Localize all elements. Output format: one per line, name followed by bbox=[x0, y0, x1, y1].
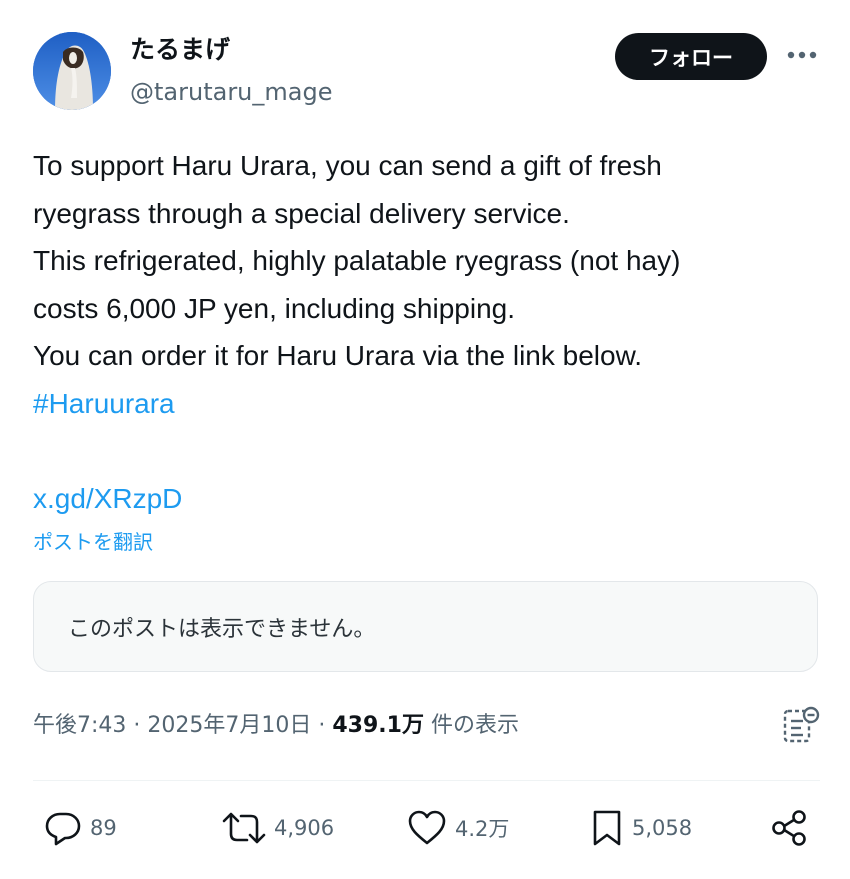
post-text-line: This refrigerated, highly palatable ryeg… bbox=[33, 245, 681, 277]
display-name[interactable]: たるまげ bbox=[130, 34, 230, 66]
post-meta: 午後7:43 · 2025年7月10日 · 439.1万 件の表示 bbox=[33, 706, 519, 746]
repost-count: 4,906 bbox=[274, 816, 335, 840]
meta-separator: · bbox=[311, 713, 333, 738]
heart-icon bbox=[408, 810, 446, 845]
avatar-photo bbox=[33, 32, 111, 110]
post-text-line: To support Haru Urara, you can send a gi… bbox=[33, 150, 662, 181]
divider bbox=[33, 780, 820, 781]
share-icon bbox=[772, 810, 806, 846]
post-card: たるまげ @tarutaru_mage フォロー To support Haru… bbox=[0, 0, 850, 879]
url-link[interactable]: x.gd/XRzpD bbox=[33, 475, 823, 523]
meta-separator: · bbox=[126, 713, 148, 738]
unavailable-quote: このポストは表示できません。 bbox=[33, 581, 818, 672]
reply-button[interactable]: 89 bbox=[44, 806, 117, 850]
like-button[interactable]: 4.2万 bbox=[407, 806, 509, 850]
reply-icon bbox=[45, 812, 81, 846]
post-time[interactable]: 午後7:43 bbox=[33, 713, 126, 738]
user-handle[interactable]: @tarutaru_mage bbox=[130, 76, 332, 108]
translate-post-link[interactable]: ポストを翻訳 bbox=[33, 528, 153, 556]
bookmark-button[interactable]: 5,058 bbox=[590, 806, 692, 850]
unavailable-quote-text: このポストは表示できません。 bbox=[68, 616, 376, 642]
more-horizontal-icon[interactable] bbox=[782, 40, 822, 70]
hashtag-link[interactable]: #Haruurara bbox=[33, 380, 823, 428]
follow-button[interactable]: フォロー bbox=[615, 33, 767, 80]
avatar[interactable] bbox=[33, 32, 111, 110]
repost-icon bbox=[222, 812, 266, 844]
reply-count: 89 bbox=[90, 816, 117, 840]
repost-button[interactable]: 4,906 bbox=[222, 806, 334, 850]
bookmark-icon bbox=[593, 810, 621, 846]
views-count: 439.1万 bbox=[332, 713, 424, 738]
bookmark-count: 5,058 bbox=[632, 816, 693, 840]
post-text-line: ryegrass through a special delivery serv… bbox=[33, 197, 570, 229]
post-text: To support Haru Urara, you can send a gi… bbox=[33, 142, 823, 523]
post-date[interactable]: 2025年7月10日 bbox=[147, 713, 311, 738]
like-count: 4.2万 bbox=[455, 817, 510, 841]
post-text-line: costs 6,000 JP yen, including shipping. bbox=[33, 292, 516, 324]
share-button[interactable] bbox=[770, 806, 808, 850]
views-label: 件の表示 bbox=[423, 713, 519, 738]
analytics-icon[interactable] bbox=[782, 705, 820, 745]
post-text-line: You can order it for Haru Urara via the … bbox=[33, 340, 643, 372]
